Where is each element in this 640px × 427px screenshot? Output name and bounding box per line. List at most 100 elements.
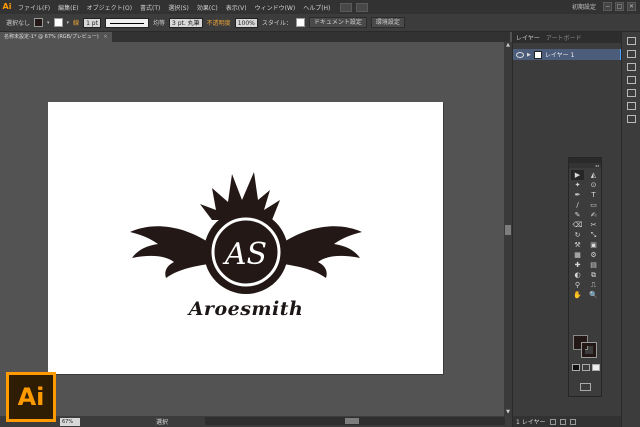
status-text: 選択	[156, 419, 169, 426]
blend-tool-icon[interactable]: ⧉	[587, 270, 600, 280]
color-panel-icon[interactable]	[626, 37, 636, 45]
rectangle-tool-icon[interactable]: ▭	[587, 200, 600, 210]
close-icon[interactable]: ×	[103, 34, 107, 40]
brush-definition-field[interactable]: 3 pt. 丸筆	[168, 17, 203, 28]
line-tool-icon[interactable]: /	[571, 200, 584, 210]
trash-icon[interactable]	[569, 418, 576, 425]
fill-swatch[interactable]	[34, 18, 44, 27]
menu-help[interactable]: ヘルプ(H)	[299, 3, 334, 12]
stroke-label[interactable]: 線	[73, 18, 79, 27]
stroke-profile-preview[interactable]	[104, 17, 149, 28]
width-tool-icon[interactable]: ⚒	[571, 240, 584, 250]
zoom-field[interactable]: 67%	[60, 417, 80, 426]
stroke-profile-label[interactable]: 均等	[153, 18, 165, 27]
layers-panel-footer: 1 レイヤー	[513, 416, 622, 427]
gradient-mode-icon[interactable]	[582, 364, 590, 371]
canvas-area[interactable]: AS Aroesmith	[0, 42, 504, 416]
document-tab[interactable]: 名称未設定-1* @ 67% (RGB/プレビュー) ×	[0, 32, 112, 42]
type-tool-icon[interactable]: T	[587, 190, 600, 200]
eye-icon[interactable]	[516, 51, 524, 58]
stroke-weight-field[interactable]: 1 pt	[83, 17, 101, 28]
scroll-down-icon[interactable]: ▼	[505, 409, 511, 416]
selection-tool-icon[interactable]: ▶	[571, 170, 584, 180]
menubar-right: 初期設定 − □ ✕	[572, 2, 636, 11]
layer-thumbnail	[533, 50, 542, 59]
lasso-tool-icon[interactable]: ⊙	[587, 180, 600, 190]
menu-edit[interactable]: 編集(E)	[54, 3, 82, 12]
style-swatch[interactable]	[295, 18, 305, 27]
swatches-panel-icon[interactable]	[626, 50, 636, 58]
scale-tool-icon[interactable]: ⤡	[587, 230, 600, 240]
document-setup-button[interactable]: ドキュメント設定	[308, 17, 367, 28]
vertical-scrollbar[interactable]: ▲ ▼	[504, 42, 512, 416]
chevron-down-icon[interactable]: ▾	[47, 20, 50, 26]
menu-select[interactable]: 選択(S)	[164, 3, 193, 12]
color-mode-row	[572, 364, 600, 371]
direct-selection-tool-icon[interactable]: ◭	[587, 170, 600, 180]
pen-tool-icon[interactable]: ✒	[571, 190, 584, 200]
brush-tool-icon[interactable]: ✍	[587, 210, 600, 220]
tab-artboards[interactable]: アートボード	[543, 33, 585, 42]
scroll-up-icon[interactable]: ▲	[505, 42, 511, 49]
vertical-scroll-thumb[interactable]	[505, 225, 511, 235]
graphic-styles-panel-icon[interactable]	[626, 115, 636, 123]
appearance-panel-icon[interactable]	[626, 102, 636, 110]
mesh-tool-icon[interactable]: ✚	[571, 260, 584, 270]
opacity-label[interactable]: 不透明度	[207, 18, 231, 27]
fill-stroke-control[interactable]	[573, 335, 599, 359]
tab-layers[interactable]: レイヤー	[513, 33, 543, 42]
zoom-tool-icon[interactable]: 🔍	[587, 290, 600, 300]
right-wing-shape	[284, 226, 362, 278]
menu-object[interactable]: オブジェクト(O)	[83, 3, 136, 12]
layer-row[interactable]: ▶ レイヤー 1	[513, 49, 622, 60]
new-layer-icon[interactable]	[559, 418, 566, 425]
symbols-panel-icon[interactable]	[626, 76, 636, 84]
brand-wordmark[interactable]: Aroesmith	[176, 298, 316, 320]
horizontal-scrollbar[interactable]	[205, 417, 505, 425]
shape-builder-tool-icon[interactable]: ▦	[571, 250, 584, 260]
menu-window[interactable]: ウィンドウ(W)	[251, 3, 300, 12]
menu-view[interactable]: 表示(V)	[222, 3, 251, 12]
color-mode-icon[interactable]	[572, 364, 580, 371]
menu-type[interactable]: 書式(T)	[136, 3, 164, 12]
eyedropper-tool-icon[interactable]: ◐	[571, 270, 584, 280]
close-button[interactable]: ✕	[627, 2, 636, 11]
workspace-switcher[interactable]: 初期設定	[572, 2, 600, 11]
arrange-documents-icon[interactable]	[356, 2, 369, 12]
bridge-icon[interactable]	[340, 2, 353, 12]
illustrator-badge: Ai	[6, 372, 56, 422]
graph-tool-icon[interactable]: ⎍	[587, 280, 600, 290]
opacity-field[interactable]: 100%	[234, 17, 258, 28]
brand-emblem[interactable]: AS	[48, 102, 443, 374]
menu-effect[interactable]: 効果(C)	[193, 3, 222, 12]
magic-wand-tool-icon[interactable]: ✦	[571, 180, 584, 190]
stroke-panel-icon[interactable]	[626, 89, 636, 97]
free-transform-tool-icon[interactable]: ▣	[587, 240, 600, 250]
stroke-color-box[interactable]	[582, 343, 596, 357]
eraser-tool-icon[interactable]: ⌫	[571, 220, 584, 230]
none-mode-icon[interactable]	[592, 364, 600, 371]
maximize-button[interactable]: □	[615, 2, 624, 11]
pencil-tool-icon[interactable]: ✎	[571, 210, 584, 220]
symbol-sprayer-tool-icon[interactable]: ⚲	[571, 280, 584, 290]
new-sublayer-icon[interactable]	[549, 418, 556, 425]
gradient-tool-icon[interactable]: ▤	[587, 260, 600, 270]
layer-name[interactable]: レイヤー 1	[545, 50, 575, 59]
rotate-tool-icon[interactable]: ↻	[571, 230, 584, 240]
menu-file[interactable]: ファイル(F)	[14, 3, 54, 12]
preferences-button[interactable]: 環境設定	[370, 17, 405, 28]
menu-bar: Ai ファイル(F) 編集(E) オブジェクト(O) 書式(T) 選択(S) 効…	[0, 0, 640, 14]
stroke-swatch[interactable]	[53, 18, 63, 27]
screen-mode-icon[interactable]	[580, 383, 591, 391]
artboard[interactable]: AS Aroesmith	[48, 102, 443, 374]
chevron-down-icon[interactable]: ▾	[67, 20, 70, 26]
horizontal-scroll-thumb[interactable]	[345, 418, 359, 424]
tool-grid: ▶ ◭ ✦ ⊙ ✒ T / ▭ ✎ ✍ ⌫ ✂ ↻ ⤡ ⚒ ▣ ▦ ⚙ ✚ ▤ …	[569, 168, 601, 300]
minimize-button[interactable]: −	[603, 2, 612, 11]
perspective-grid-tool-icon[interactable]: ⚙	[587, 250, 600, 260]
expand-triangle-icon[interactable]: ▶	[527, 52, 531, 58]
brushes-panel-icon[interactable]	[626, 63, 636, 71]
layers-panel-tabs: レイヤー アートボード	[513, 32, 621, 43]
scissors-tool-icon[interactable]: ✂	[587, 220, 600, 230]
hand-tool-icon[interactable]: ✋	[571, 290, 584, 300]
